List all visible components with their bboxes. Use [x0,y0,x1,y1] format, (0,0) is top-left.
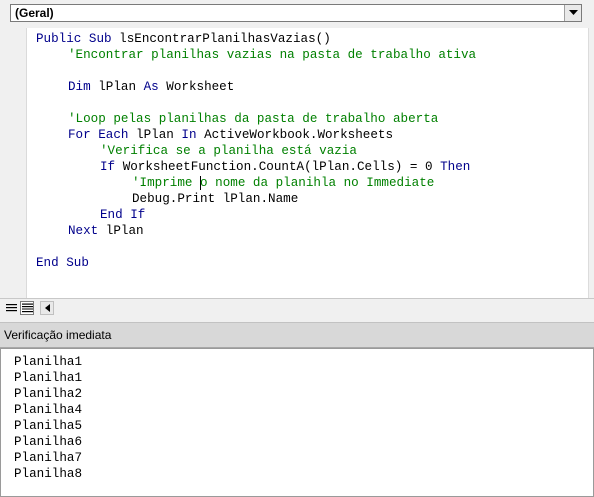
immediate-output-line: Planilha7 [14,451,83,465]
immediate-output-line: Planilha6 [14,435,83,449]
code-editor[interactable]: Public Sub lsEncontrarPlanilhasVazias() … [26,28,589,298]
object-combo[interactable]: (Geral) [10,4,582,22]
code-text: WorksheetFunction.CountA(lPlan.Cells) = … [122,160,441,174]
code-text: lsEncontrarPlanilhasVazias() [119,32,331,46]
immediate-output-line: Planilha1 [14,355,83,369]
code-keyword: In [181,128,205,142]
code-comment: 'Loop pelas planilhas da pasta de trabal… [68,112,439,126]
code-keyword: If [100,160,123,174]
immediate-output-line: Planilha8 [14,467,83,481]
immediate-window-title: Verificação imediata [4,328,112,342]
procedure-view-button[interactable] [4,301,18,315]
procedure-view-icon [5,304,17,312]
code-text: Worksheet [166,80,235,94]
code-pane-bottom-bar [0,298,594,317]
code-line[interactable]: If WorksheetFunction.CountA(lPlan.Cells)… [100,159,470,175]
code-text: lPlan [136,128,182,142]
code-comment: 'Verifica se a planilha está vazia [100,144,357,158]
code-line[interactable]: Debug.Print lPlan.Name [132,191,298,207]
code-comment: o nome da planihla no Immediate [200,176,435,190]
object-combo-bar: (Geral) [0,0,594,29]
code-text: lPlan [105,224,144,238]
code-keyword: End Sub [36,256,89,270]
chevron-down-icon [568,10,578,15]
code-line[interactable]: Next lPlan [68,223,144,239]
code-text: lPlan [98,80,144,94]
code-line[interactable]: End If [100,207,145,223]
code-line[interactable]: Dim lPlan As Worksheet [68,79,234,95]
code-line[interactable]: End Sub [36,255,89,271]
margin-indicator-bar[interactable] [0,28,27,298]
object-combo-dropdown-button[interactable] [564,5,581,21]
vertical-scrollbar[interactable] [588,28,594,298]
code-line[interactable]: 'Loop pelas planilhas da pasta de trabal… [68,111,438,127]
code-line[interactable]: 'Imprime o nome da planihla no Immediate [132,175,434,191]
code-line[interactable]: 'Verifica se a planilha está vazia [100,143,357,159]
code-keyword: Public Sub [36,32,120,46]
code-text: Debug.Print lPlan.Name [132,192,299,206]
immediate-output-line: Planilha1 [14,371,83,385]
code-keyword: Next [68,224,106,238]
immediate-output-line: Planilha5 [14,419,83,433]
code-line[interactable]: For Each lPlan In ActiveWorkbook.Workshe… [68,127,393,143]
code-comment: 'Imprime [132,176,201,190]
scroll-left-button[interactable] [40,301,54,315]
immediate-window-output[interactable]: Planilha1 Planilha1 Planilha2 Planilha4 … [0,348,594,497]
code-keyword: Then [440,160,471,174]
object-combo-value: (Geral) [15,6,54,20]
code-text: ActiveWorkbook.Worksheets [204,128,394,142]
code-keyword: For Each [68,128,137,142]
immediate-window-titlebar[interactable]: Verificação imediata [0,322,594,348]
full-module-view-icon [21,303,33,313]
full-module-view-button[interactable] [20,301,34,315]
code-keyword: End If [100,208,146,222]
code-line[interactable]: 'Encontrar planilhas vazias na pasta de … [68,47,476,63]
scroll-left-icon [44,304,50,312]
code-comment: 'Encontrar planilhas vazias na pasta de … [68,48,477,62]
code-keyword: As [143,80,167,94]
code-keyword: Dim [68,80,99,94]
code-pane[interactable]: Public Sub lsEncontrarPlanilhasVazias() … [0,28,594,298]
immediate-output-line: Planilha2 [14,387,83,401]
code-line[interactable]: Public Sub lsEncontrarPlanilhasVazias() [36,31,331,47]
immediate-output-line: Planilha4 [14,403,83,417]
